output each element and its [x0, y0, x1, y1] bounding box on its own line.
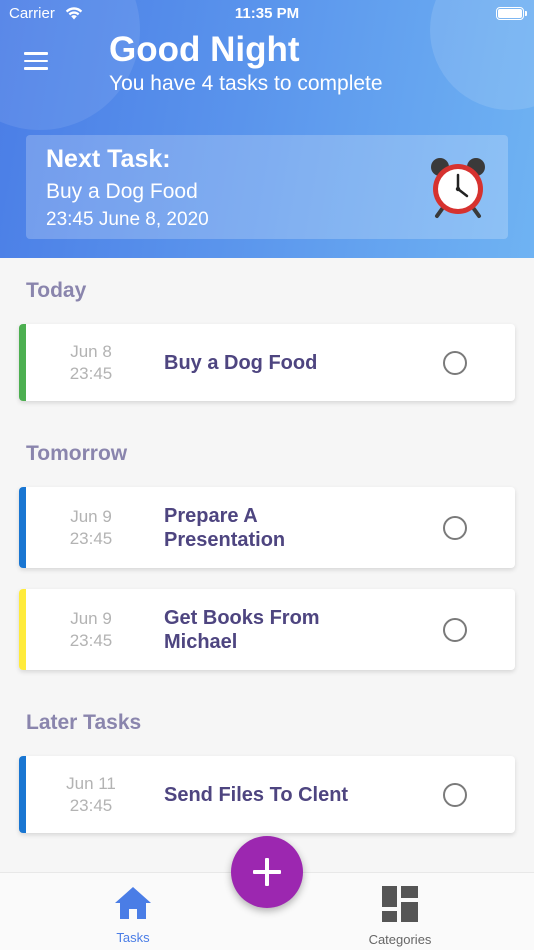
task-complete-checkbox[interactable] [443, 350, 467, 375]
task-color-stripe [19, 756, 26, 833]
task-card[interactable]: Jun 9 23:45 Get Books From Michael [19, 589, 515, 670]
task-date-day: Jun 8 [70, 341, 112, 361]
task-card[interactable]: Jun 11 23:45 Send Files To Clent [19, 756, 515, 833]
header: Carrier 11:35 PM Good Night You have 4 t… [0, 0, 534, 258]
home-icon [115, 887, 151, 919]
task-date-time: 23:45 [69, 795, 113, 815]
task-date-time: 23:45 [69, 528, 113, 548]
task-color-stripe [19, 589, 26, 670]
dashboard-icon [382, 886, 418, 922]
nav-tab-categories-label: Categories [368, 932, 432, 947]
menu-icon[interactable] [24, 52, 50, 72]
task-date-time: 23:45 [69, 630, 113, 650]
task-name: Send Files To Clent [164, 783, 349, 806]
task-date-day: Jun 9 [70, 608, 112, 628]
task-date-time: 23:45 [69, 363, 113, 383]
next-task-name: Buy a Dog Food [46, 180, 198, 203]
section-title-tomorrow: Tomorrow [26, 442, 128, 465]
tasks-remaining-subtitle: You have 4 tasks to complete [109, 72, 383, 95]
nav-tab-tasks-label: Tasks [116, 930, 150, 945]
alarm-clock-icon [431, 158, 485, 218]
task-date: Jun 9 23:45 [51, 608, 131, 652]
task-name: Buy a Dog Food [164, 351, 318, 374]
section-title-today: Today [26, 279, 87, 302]
task-complete-checkbox[interactable] [443, 515, 467, 540]
task-color-stripe [19, 324, 26, 401]
add-task-button[interactable] [231, 836, 303, 908]
task-name: Prepare A Presentation [164, 504, 286, 551]
battery-tip [525, 11, 527, 16]
battery-icon [496, 7, 524, 20]
task-color-stripe [19, 487, 26, 568]
task-name: Get Books From Michael [164, 606, 320, 653]
task-complete-checkbox[interactable] [443, 617, 467, 642]
task-complete-checkbox[interactable] [443, 782, 467, 807]
task-date: Jun 11 23:45 [51, 773, 131, 817]
next-task-datetime: 23:45 June 8, 2020 [46, 209, 209, 230]
status-bar: Carrier 11:35 PM [0, 0, 534, 28]
section-title-later-tasks: Later Tasks [26, 711, 142, 734]
status-time: 11:35 PM [234, 5, 300, 22]
task-date: Jun 9 23:45 [51, 506, 131, 550]
plus-icon [253, 858, 281, 886]
next-task-heading: Next Task: [46, 145, 171, 173]
nav-tab-categories[interactable]: Categories [355, 885, 445, 947]
task-card[interactable]: Jun 8 23:45 Buy a Dog Food [19, 324, 515, 401]
task-date-day: Jun 11 [66, 773, 116, 793]
task-date: Jun 8 23:45 [51, 341, 131, 385]
nav-tab-tasks[interactable]: Tasks [93, 885, 173, 945]
next-task-card[interactable]: Next Task: Buy a Dog Food 23:45 June 8, … [26, 135, 508, 239]
task-card[interactable]: Jun 9 23:45 Prepare A Presentation [19, 487, 515, 568]
greeting-title: Good Night [109, 30, 300, 69]
task-date-day: Jun 9 [70, 506, 112, 526]
